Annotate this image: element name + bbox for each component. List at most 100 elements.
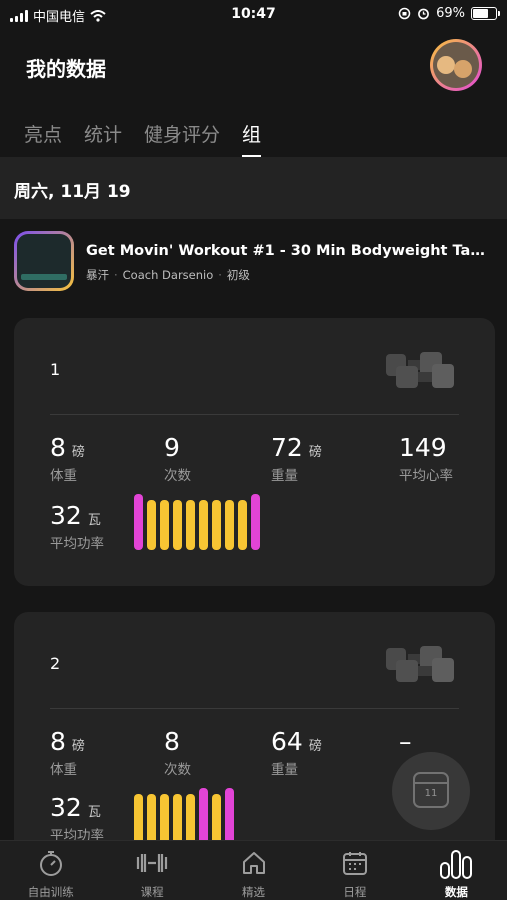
calendar-icon: 11: [413, 772, 449, 808]
separator-dot: ·: [114, 268, 118, 282]
metric-reps: 9 次数: [164, 433, 191, 485]
set-card: 1 8磅 体重 9 次数 72 磅 重量 149 平均心率 32 瓦 平均功率: [14, 318, 495, 586]
battery-fill: [473, 9, 489, 18]
metric-unit: 磅: [71, 445, 85, 460]
workout-thumbnail[interactable]: [14, 231, 74, 291]
metric-label: 平均功率: [50, 536, 104, 552]
tab-fitness-score[interactable]: 健身评分: [144, 120, 220, 155]
rep-bar: [238, 500, 247, 550]
metric-value: 9: [164, 433, 180, 462]
nav-item-schedule[interactable]: 日程: [304, 841, 405, 900]
metric-value: –: [399, 727, 412, 756]
avatar-photo-dog: [454, 60, 472, 78]
tab-highlights[interactable]: 亮点: [24, 120, 62, 155]
calendar-day: 11: [424, 788, 438, 799]
rep-bar: [160, 794, 169, 844]
metric-reps: 8 次数: [164, 728, 191, 779]
rep-bar: [160, 500, 169, 550]
metric-unit: 瓦: [87, 513, 101, 528]
status-bar: 中国电信 10:47 69%: [0, 0, 507, 30]
rep-bar: [186, 794, 195, 844]
barbell-icon: [137, 854, 168, 872]
dumbbell-icon: [386, 352, 454, 388]
rep-bar: [212, 500, 221, 550]
nav-label: 自由训练: [27, 885, 74, 899]
metric-weight: 8磅 体重: [50, 433, 85, 485]
set-number: 1: [50, 360, 61, 379]
nav-label: 日程: [343, 885, 367, 899]
home-icon: [242, 852, 265, 874]
rep-bars: [134, 788, 234, 844]
metric-value: 32: [50, 793, 82, 822]
date-header: 周六, 11月 19: [0, 157, 507, 219]
alarm-icon: [418, 8, 429, 20]
metric-value: 32: [50, 501, 82, 530]
rep-bar: [173, 794, 182, 844]
rep-bar: [212, 794, 221, 844]
nav-label: 课程: [140, 885, 164, 899]
bar-chart-icon: [440, 850, 473, 879]
metric-unit: 磅: [308, 739, 322, 754]
calendar-icon: [342, 852, 367, 875]
tab-stats[interactable]: 统计: [84, 120, 122, 155]
metric-avg-heart-rate: 149 平均心率: [399, 433, 453, 485]
metric-avg-power: 32 瓦 平均功率: [50, 501, 104, 553]
rep-bar: [134, 494, 143, 550]
nav-label: 精选: [242, 885, 266, 899]
metric-label: 体重: [50, 762, 77, 778]
nav-item-classes[interactable]: 课程: [101, 841, 202, 900]
metric-value: 8: [50, 727, 66, 756]
workout-title[interactable]: Get Movin' Workout #1 - 30 Min Bodyweigh…: [86, 243, 491, 259]
rep-bar: [225, 500, 234, 550]
metric-label: 次数: [164, 468, 191, 484]
metric-unit: 磅: [71, 739, 85, 754]
metric-weight: 8磅 体重: [50, 727, 85, 779]
metric-volume: 72 磅 重量: [271, 433, 322, 485]
stopwatch-icon: [39, 851, 62, 876]
rep-bar: [173, 500, 182, 550]
nav-item-free-training[interactable]: 自由训练: [0, 841, 101, 900]
rep-bar: [225, 788, 234, 844]
workout-category: 暴汗: [86, 268, 109, 282]
metric-value: 64: [271, 727, 303, 756]
rep-bar: [147, 794, 156, 844]
rep-bar: [199, 788, 208, 844]
rep-bars: [134, 494, 260, 550]
tab-sets[interactable]: 组: [242, 120, 262, 157]
rep-bar: [147, 500, 156, 550]
nav-item-featured[interactable]: 精选: [203, 841, 304, 900]
metric-value: 149: [399, 433, 447, 462]
rep-bar: [199, 500, 208, 550]
status-right: 69%: [398, 6, 500, 21]
set-number: 2: [50, 654, 61, 673]
battery-icon: [471, 7, 500, 20]
date-label: 周六, 11月 19: [14, 182, 131, 202]
metric-value: 8: [50, 433, 66, 462]
rep-bar: [251, 494, 260, 550]
page-title: 我的数据: [26, 57, 106, 81]
avatar-photo-dog: [437, 56, 455, 74]
workout-level: 初级: [226, 268, 250, 282]
avatar[interactable]: [430, 39, 482, 91]
nav-label: 数据: [444, 885, 468, 899]
metric-label: 平均心率: [399, 468, 453, 484]
rep-bar: [134, 794, 143, 844]
nav-item-data[interactable]: 数据: [406, 841, 507, 900]
workout-coach: Coach Darsenio: [122, 268, 214, 282]
metric-unit: 瓦: [87, 805, 101, 820]
metric-avg-power: 32 瓦 平均功率: [50, 793, 104, 845]
orientation-lock-icon: [398, 7, 411, 20]
metric-label: 体重: [50, 468, 77, 484]
workout-thumbnail-image: [17, 234, 71, 288]
metric-value: 72: [271, 433, 303, 462]
dumbbell-icon: [386, 646, 454, 682]
tab-bar: 亮点 统计 健身评分 组: [24, 120, 262, 157]
workout-meta: 暴汗 · Coach Darsenio · 初级: [86, 267, 250, 283]
calendar-fab-button[interactable]: 11: [392, 752, 470, 830]
metric-unit: 磅: [308, 445, 322, 460]
bottom-nav: 自由训练 课程 精选 日程 数据: [0, 840, 507, 900]
battery-percent: 69%: [436, 6, 465, 21]
divider: [50, 708, 459, 709]
rep-bar: [186, 500, 195, 550]
metric-volume: 64 磅 重量: [271, 727, 322, 779]
